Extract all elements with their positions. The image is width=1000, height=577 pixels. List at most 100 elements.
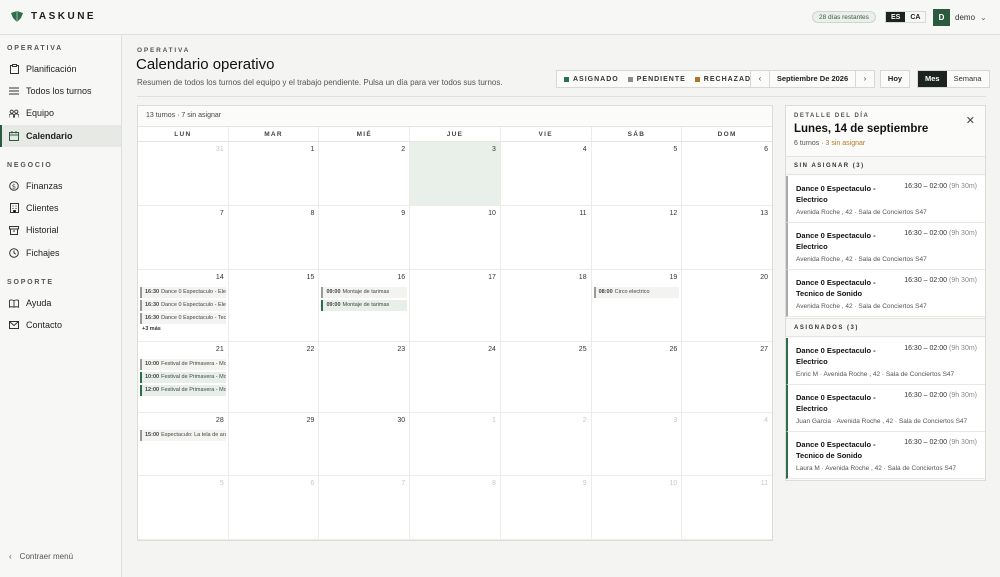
sidebar-item-calendario[interactable]: Calendario [0,125,121,147]
calendar-day[interactable]: 9 [501,476,592,539]
calendar-day[interactable]: 1 [229,142,320,205]
calendar-day[interactable]: 4 [682,413,772,475]
day-number: 4 [764,417,769,424]
calendar-day[interactable]: 7 [138,206,229,269]
calendar-day[interactable]: 2110:00Festival de Primavera - Montaje10… [138,342,229,412]
calendar-day[interactable]: 13 [682,206,772,269]
shift-title: Dance 0 Espectaculo - Electrico [796,346,876,366]
collapse-menu-button[interactable]: ‹ Contraer menú [9,552,73,561]
sidebar-item-ayuda[interactable]: Ayuda [0,292,121,314]
calendar-day[interactable]: 8 [229,206,320,269]
shift-card[interactable]: Dance 0 Espectaculo - Electrico 16:30 – 0… [786,385,985,432]
sidebar-item-fichajes[interactable]: Fichajes [0,242,121,264]
sidebar-item-historial[interactable]: Historial [0,219,121,241]
calendar-day[interactable]: 25 [501,342,592,412]
calendar-day[interactable]: 5 [138,476,229,539]
calendar-day[interactable]: 17 [410,270,501,341]
calendar-event[interactable]: 12:00Festival de Primavera - Montaje [140,385,226,396]
calendar-day[interactable]: 22 [229,342,320,412]
calendar-event[interactable]: 16:30Dance 0 Espectaculo - Electrico [140,300,226,311]
calendar-event[interactable]: 15:00Espectaculo: La tela de araña [140,430,226,441]
view-week-button[interactable]: Semana [946,71,989,87]
sidebar-item-planificacion[interactable]: Planificación [0,58,121,80]
calendar-day[interactable]: 24 [410,342,501,412]
app-logo[interactable]: TASKUNE [11,11,96,22]
calendar-day[interactable]: 12 [592,206,683,269]
calendar-day[interactable]: 2 [501,413,592,475]
prev-month-button[interactable]: ‹ [751,71,769,87]
sidebar-item-finanzas[interactable]: $ Finanzas [0,175,121,197]
calendar-day[interactable]: 2 [319,142,411,205]
shift-time-range: 16:30 – 02:00 [904,345,948,352]
calendar-day[interactable]: 1416:30Dance 0 Espectaculo - Electrico16… [138,270,229,341]
shift-card[interactable]: Dance 0 Espectaculo - Tecnico de Sonido 1… [786,270,985,317]
calendar-day[interactable]: 11 [682,476,772,539]
day-number: 29 [306,417,315,424]
sidebar-item-equipo[interactable]: Equipo [0,102,121,124]
calendar-day[interactable]: 6 [229,476,320,539]
calendar-day[interactable]: 7 [319,476,411,539]
calendar-day[interactable]: 9 [319,206,411,269]
sidebar-item-clientes[interactable]: Clientes [0,197,121,219]
event-time: 10:00 [145,361,160,367]
calendar-day[interactable]: 1 [410,413,501,475]
calendar-day[interactable]: 4 [501,142,592,205]
calendar-day[interactable]: 30 [319,413,411,475]
calendar-day[interactable]: 18 [501,270,592,341]
weekday-label: DOM [717,131,737,138]
shift-time-range: 16:30 – 02:00 [904,230,948,237]
event-title: Circo electrico [614,289,650,295]
calendar-event[interactable]: 09:00 Montaje de tarimas [321,300,408,311]
event-title: Dance 0 Espectaculo - Electrico [161,289,226,295]
calendar-week: 1416:30Dance 0 Espectaculo - Electrico16… [138,270,772,342]
calendar-day[interactable]: 26 [592,342,683,412]
calendar-day[interactable]: 10 [410,206,501,269]
calendar-event[interactable]: 09:00 Montaje de tarimas [321,287,408,298]
today-button[interactable]: Hoy [880,70,910,88]
calendar-day[interactable]: 31 [138,142,229,205]
sidebar-item-todos-los-turnos[interactable]: Todos los turnos [0,80,121,102]
calendar-event[interactable]: 16:30Dance 0 Espectaculo - Electrico [140,287,226,298]
calendar-day[interactable]: 20 [682,270,772,341]
sidebar-item-contacto[interactable]: Contacto [0,314,121,336]
shift-card[interactable]: Dance 0 Espectaculo - Electrico 16:30 – 0… [786,223,985,270]
page-subtitle: Resumen de todos los turnos del equipo y… [137,78,503,87]
calendar-day[interactable]: 6 [682,142,772,205]
event-time: 16:30 [145,302,160,308]
calendar-day[interactable]: 15 [229,270,320,341]
sidebar-item-label: Finanzas [26,181,63,191]
calendar-day[interactable]: 28 15:00Espectaculo: La tela de araña [138,413,229,475]
shift-card[interactable]: Dance 0 Espectaculo - Electrico 16:30 – 0… [786,176,985,223]
close-icon[interactable]: ✕ [966,114,975,127]
calendar-day[interactable]: 29 [229,413,320,475]
calendar-day[interactable]: 10 [592,476,683,539]
calendar-event[interactable]: 08:00 Circo electrico [593,287,680,298]
calendar-day[interactable]: 5 [592,142,683,205]
calendar-day[interactable]: 23 [319,342,411,412]
calendar-day[interactable]: 19 08:00 Circo electrico [592,270,683,341]
calendar-event[interactable]: 16:30Dance 0 Espectaculo - Tecnico de So… [140,313,226,324]
calendar-day[interactable]: 16 09:00 Montaje de tarimas 09:00 Montaje de… [319,270,411,341]
calendar-day[interactable]: 3 [592,413,683,475]
lang-es[interactable]: ES [886,12,906,22]
shift-card[interactable]: Dance 0 Espectaculo - Electrico 16:30 – 0… [786,338,985,385]
more-events-link[interactable]: +3 más [140,326,226,332]
language-switcher: ES CA [885,11,927,23]
assigned-group-title: ASIGNADOS (3) [786,318,985,337]
calendar-event[interactable]: 10:00Festival de Primavera - Montaje [140,359,226,370]
day-number: 12 [669,210,678,217]
next-month-button[interactable]: › [856,71,874,87]
lang-ca[interactable]: CA [905,12,925,22]
calendar-day[interactable]: 27 [682,342,772,412]
view-month-button[interactable]: Mes [918,71,947,87]
event-time: 12:00 [145,387,160,393]
day-number: 9 [401,210,406,217]
calendar-day[interactable]: 8 [410,476,501,539]
day-number: 1 [310,146,315,153]
calendar-day[interactable]: 11 [501,206,592,269]
calendar-event[interactable]: 10:00Festival de Primavera - Montaje [140,372,226,383]
user-menu[interactable]: D demo ⌄ [933,9,987,26]
weekday-label: LUN [138,127,229,141]
calendar-day[interactable]: 3 [410,142,501,205]
shift-card[interactable]: Dance 0 Espectaculo - Tecnico de Sonido 1… [786,432,985,479]
